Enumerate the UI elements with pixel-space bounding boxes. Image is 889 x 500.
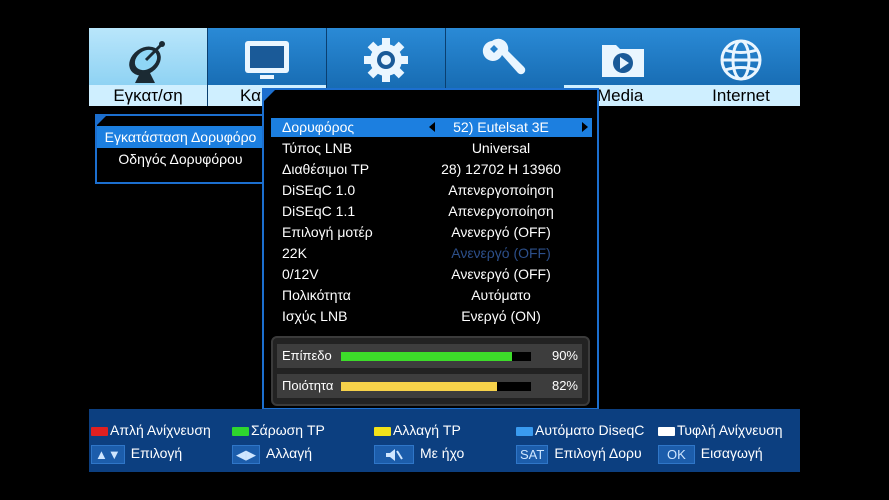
- setting-row-satellite[interactable]: Δορυφόρος 52) Eutelsat 3E: [271, 118, 592, 137]
- sat-key-icon: SAT: [516, 444, 549, 464]
- setting-label: Ισχύς LNB: [282, 308, 348, 324]
- legend-updown[interactable]: ▲▼ Επιλογή: [91, 443, 183, 464]
- red-key-icon: [91, 426, 108, 436]
- setting-row-available-tp[interactable]: Διαθέσιμοι TP 28) 12702 H 13960: [271, 160, 592, 179]
- legend-blue[interactable]: Αυτόματο DiseqC: [516, 420, 644, 440]
- setting-row-diseqc-10[interactable]: DiSEqC 1.0 Απενεργοποίηση: [271, 181, 592, 200]
- signal-quality-value: 82%: [551, 378, 578, 393]
- legend-label: Τυφλή Ανίχνευση: [677, 422, 783, 438]
- tab-installation[interactable]: Εγκατ/ση: [89, 28, 208, 106]
- signal-quality-bar: [341, 382, 531, 391]
- legend-label: Αυτόματο DiseqC: [535, 422, 645, 438]
- legend-ok[interactable]: OK Εισαγωγή: [658, 443, 763, 464]
- legend-label: Επιλογή Δορυ: [554, 445, 642, 461]
- legend-leftright[interactable]: ◀▶ Αλλαγή: [232, 443, 313, 464]
- legend-mute[interactable]: Με ήχο: [374, 443, 465, 464]
- setting-row-motor[interactable]: Επιλογή μοτέρ Ανενεργό (OFF): [271, 223, 592, 242]
- satellite-install-panel: Δορυφόρος 52) Eutelsat 3E Τύπος LNB Univ…: [262, 88, 599, 410]
- mute-speaker-icon: [374, 444, 414, 464]
- corner-marker: [264, 90, 275, 101]
- corner-marker: [97, 116, 106, 125]
- legend-label: Αλλαγή TP: [393, 422, 461, 438]
- setting-label: Διαθέσιμοι TP: [282, 161, 370, 177]
- setting-row-diseqc-11[interactable]: DiSEqC 1.1 Απενεργοποίηση: [271, 202, 592, 221]
- setting-row-22k[interactable]: 22K Ανενεργό (OFF): [271, 244, 592, 263]
- legend-label: Εισαγωγή: [700, 445, 763, 461]
- setting-label: DiSEqC 1.1: [282, 203, 356, 219]
- yellow-key-icon: [374, 426, 391, 436]
- setting-label: Δορυφόρος: [282, 119, 355, 135]
- signal-level-row: Επίπεδο 90%: [277, 344, 582, 368]
- signal-quality-fill: [341, 382, 497, 391]
- legend-label: Απλή Ανίχνευση: [110, 422, 211, 438]
- legend-yellow[interactable]: Αλλαγή TP: [374, 420, 461, 440]
- setting-value: Ανενεργό (OFF): [451, 224, 551, 240]
- globe-icon: [720, 39, 762, 81]
- setting-label: DiSEqC 1.0: [282, 182, 356, 198]
- setting-value: 28) 12702 H 13960: [441, 161, 561, 177]
- legend-label: Επιλογή: [130, 445, 183, 461]
- setting-label: Πολικότητα: [282, 287, 351, 303]
- setting-label: 0/12V: [282, 266, 319, 282]
- setting-value: Ενεργό (ON): [461, 308, 541, 324]
- legend-sat[interactable]: SAT Επιλογή Δορυ: [516, 443, 642, 464]
- setting-row-0-12v[interactable]: 0/12V Ανενεργό (OFF): [271, 265, 592, 284]
- setting-value: Ανενεργό (OFF): [451, 245, 551, 261]
- setting-value: Απενεργοποίηση: [448, 182, 554, 198]
- satellite-dish-icon: [129, 41, 165, 83]
- blue-key-icon: [516, 426, 533, 436]
- setting-label: Επιλογή μοτέρ: [282, 224, 373, 240]
- setting-value: Universal: [471, 140, 531, 156]
- signal-level-bar: [341, 352, 531, 361]
- signal-box: Επίπεδο 90% Ποιότητα 82%: [271, 336, 590, 406]
- wrench-icon: [482, 38, 526, 75]
- setting-value: 52) Eutelsat 3E: [453, 119, 549, 135]
- legend-green[interactable]: Σάρωση TP: [232, 420, 325, 440]
- legend-label: Με ήχο: [420, 445, 465, 461]
- setting-value: Απενεργοποίηση: [448, 203, 554, 219]
- legend-red[interactable]: Απλή Ανίχνευση: [91, 420, 211, 440]
- up-down-key-icon: ▲▼: [91, 444, 125, 464]
- setting-value: Αυτόματο: [471, 287, 531, 303]
- signal-level-value: 90%: [551, 348, 578, 363]
- setting-row-lnb-type[interactable]: Τύπος LNB Universal: [271, 139, 592, 158]
- signal-level-fill: [341, 352, 512, 361]
- installation-submenu: Εγκατάσταση Δορυφόρο Οδηγός Δορυφόρου: [95, 114, 266, 184]
- gear-icon: [364, 38, 408, 82]
- signal-level-label: Επίπεδο: [282, 348, 332, 363]
- media-folder-icon: [602, 45, 644, 77]
- white-key-icon: [658, 426, 675, 436]
- signal-quality-label: Ποιότητα: [282, 378, 334, 393]
- tab-label: Εγκατ/ση: [89, 85, 207, 106]
- arrow-right-icon[interactable]: [582, 122, 588, 132]
- submenu-item-satellite-guide[interactable]: Οδηγός Δορυφόρου: [97, 148, 264, 170]
- setting-row-polarity[interactable]: Πολικότητα Αυτόματο: [271, 286, 592, 305]
- setting-label: 22K: [282, 245, 307, 261]
- legend-label: Αλλαγή: [266, 445, 313, 461]
- button-legend: Απλή Ανίχνευση Σάρωση TP Αλλαγή TP Αυτόμ…: [89, 409, 800, 472]
- legend-white[interactable]: Τυφλή Ανίχνευση: [658, 420, 783, 440]
- setting-label: Τύπος LNB: [282, 140, 353, 156]
- legend-label: Σάρωση TP: [251, 422, 325, 438]
- green-key-icon: [232, 426, 249, 436]
- tab-label: Internet: [682, 85, 800, 106]
- signal-quality-row: Ποιότητα 82%: [277, 374, 582, 398]
- ok-key-icon: OK: [658, 444, 695, 464]
- tv-icon: [245, 41, 289, 79]
- tab-internet[interactable]: Internet: [682, 28, 800, 106]
- setting-row-lnb-power[interactable]: Ισχύς LNB Ενεργό (ON): [271, 307, 592, 326]
- setting-value: Ανενεργό (OFF): [451, 266, 551, 282]
- left-right-key-icon: ◀▶: [232, 444, 260, 464]
- submenu-item-satellite-install[interactable]: Εγκατάσταση Δορυφόρο: [97, 126, 264, 148]
